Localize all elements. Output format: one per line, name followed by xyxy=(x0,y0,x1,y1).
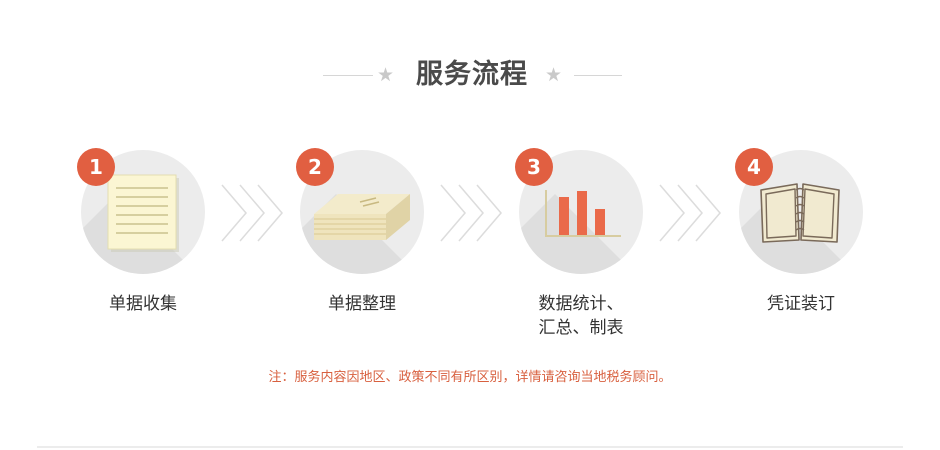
disclaimer-note: 注：服务内容因地区、政策不同有所区别，详情请咨询当地税务顾问。 xyxy=(268,370,672,385)
star-icon: ★ xyxy=(377,64,395,86)
chevron-right-icon xyxy=(221,184,283,242)
step-number-badge: 2 xyxy=(296,148,334,186)
step-number-badge: 1 xyxy=(77,148,115,186)
step-label: 单据收集 xyxy=(109,294,177,314)
star-icon: ★ xyxy=(545,64,563,86)
step-label-line: 数据统计、 xyxy=(538,294,624,314)
step-label: 凭证装订 xyxy=(767,294,835,314)
step-1: 1 xyxy=(77,148,205,274)
step-2: 2 xyxy=(296,148,424,274)
chevron-right-icon xyxy=(659,184,721,242)
step-label: 单据整理 xyxy=(328,294,396,314)
step-label: 数据统计、 汇总、制表 xyxy=(481,292,681,340)
page-title: 服务流程 xyxy=(416,59,528,90)
section-header: ★ 服务流程 ★ xyxy=(0,52,940,98)
title-divider-right xyxy=(574,75,622,76)
step-4: 4 xyxy=(735,148,863,274)
bottom-divider xyxy=(37,446,903,448)
step-number-badge: 3 xyxy=(515,148,553,186)
title-divider-left xyxy=(323,75,373,76)
step-3: 3 xyxy=(515,148,643,274)
chevron-right-icon xyxy=(440,184,502,242)
step-number-badge: 4 xyxy=(735,148,773,186)
step-label-line: 汇总、制表 xyxy=(538,318,624,338)
